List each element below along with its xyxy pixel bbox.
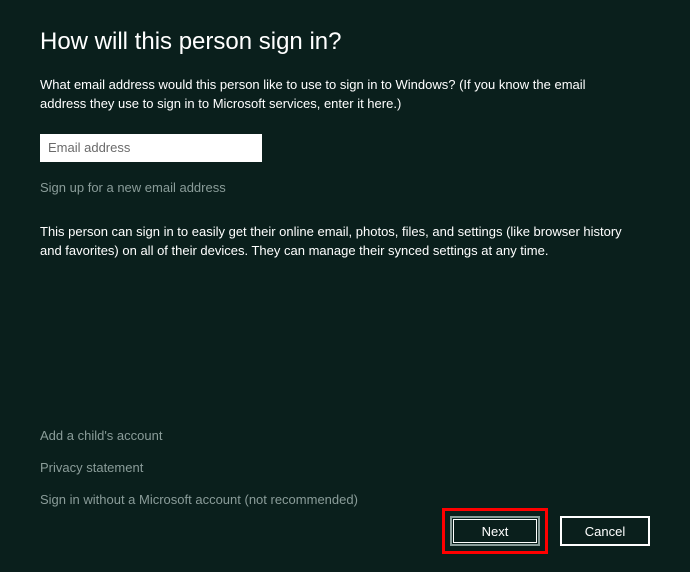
signin-dialog: How will this person sign in? What email… <box>0 0 690 572</box>
no-microsoft-account-link[interactable]: Sign in without a Microsoft account (not… <box>40 492 358 507</box>
next-button[interactable]: Next <box>450 516 540 546</box>
page-title: How will this person sign in? <box>40 28 650 56</box>
privacy-statement-link[interactable]: Privacy statement <box>40 460 358 475</box>
info-text: This person can sign in to easily get th… <box>40 223 640 261</box>
cancel-button[interactable]: Cancel <box>560 516 650 546</box>
add-child-account-link[interactable]: Add a child's account <box>40 428 358 443</box>
email-field[interactable] <box>40 134 262 162</box>
signup-email-link[interactable]: Sign up for a new email address <box>40 180 226 195</box>
next-button-highlight: Next <box>442 508 548 554</box>
description-text: What email address would this person lik… <box>40 76 630 114</box>
bottom-links: Add a child's account Privacy statement … <box>40 428 358 507</box>
button-row: Next Cancel <box>442 508 650 554</box>
